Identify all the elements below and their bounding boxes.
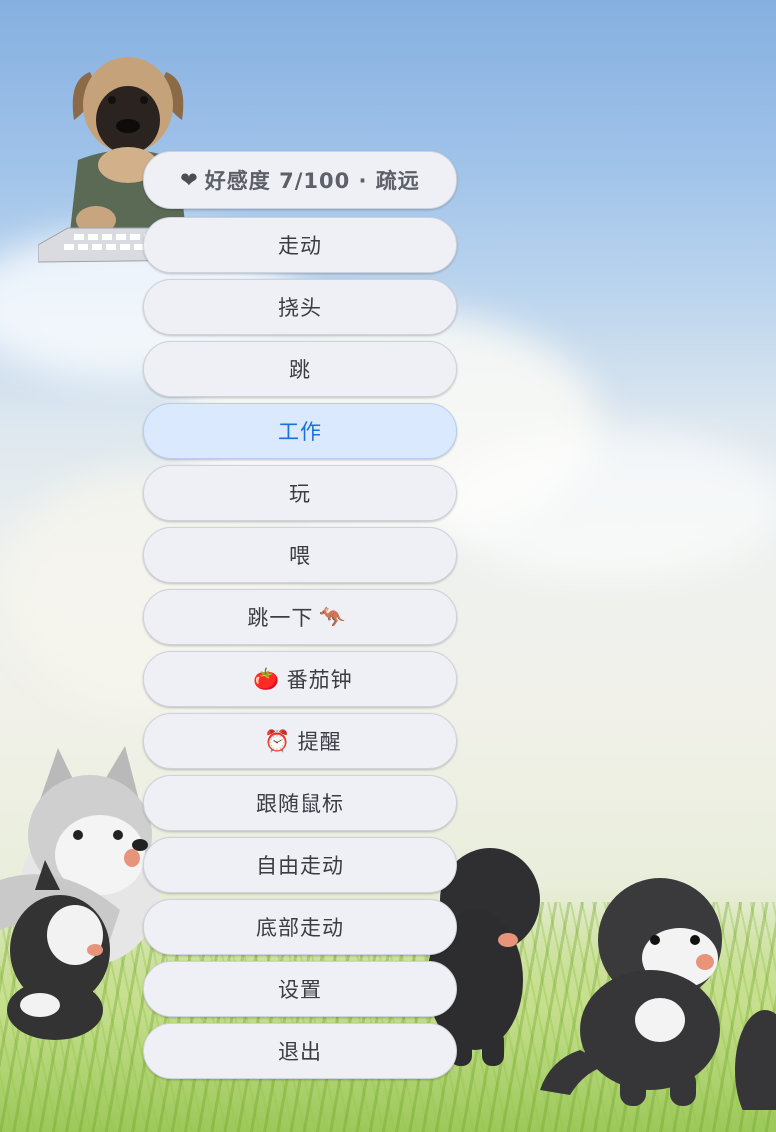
menu-item-jump[interactable]: 跳 xyxy=(143,341,457,397)
menu-item-reminder[interactable]: ⏰ 提醒 xyxy=(143,713,457,769)
desktop-wallpaper: ❤ 好感度 7/100 · 疏远 走动 挠头 跳 工作 玩 喂 跳一下 🦘 🍅 … xyxy=(0,0,776,1132)
menu-item-label: 喂 xyxy=(289,544,311,568)
menu-item-walk[interactable]: 走动 xyxy=(143,217,457,273)
kangaroo-icon: 🦘 xyxy=(319,604,347,629)
menu-item-label: 跳 xyxy=(289,358,311,382)
menu-item-scratch-head[interactable]: 挠头 xyxy=(143,279,457,335)
menu-item-label: 跟随鼠标 xyxy=(256,792,344,816)
menu-item-label: 退出 xyxy=(278,1040,322,1064)
menu-item-feed[interactable]: 喂 xyxy=(143,527,457,583)
menu-item-label: 提醒 xyxy=(297,730,342,754)
menu-item-label: 玩 xyxy=(289,482,311,506)
menu-item-label: 设置 xyxy=(278,978,322,1002)
menu-item-quit[interactable]: 退出 xyxy=(143,1023,457,1079)
menu-item-label: 工作 xyxy=(278,420,322,444)
affection-status-button[interactable]: ❤ 好感度 7/100 · 疏远 xyxy=(143,151,457,209)
menu-item-label: 挠头 xyxy=(278,296,322,320)
menu-item-label: 底部走动 xyxy=(256,916,344,940)
pet-context-menu: ❤ 好感度 7/100 · 疏远 走动 挠头 跳 工作 玩 喂 跳一下 🦘 🍅 … xyxy=(143,151,457,1085)
alarm-clock-icon: ⏰ xyxy=(264,728,292,753)
menu-item-label: 番茄钟 xyxy=(286,668,353,692)
menu-item-label: 跳一下 xyxy=(247,606,314,630)
heart-icon: ❤ xyxy=(180,168,199,192)
cloud xyxy=(430,430,776,580)
affection-status-label: 好感度 7/100 · 疏远 xyxy=(204,169,420,193)
menu-item-bottom-walk[interactable]: 底部走动 xyxy=(143,899,457,955)
menu-item-work[interactable]: 工作 xyxy=(143,403,457,459)
tomato-icon: 🍅 xyxy=(253,666,281,691)
menu-item-free-roam[interactable]: 自由走动 xyxy=(143,837,457,893)
menu-item-settings[interactable]: 设置 xyxy=(143,961,457,1017)
menu-item-pomodoro[interactable]: 🍅 番茄钟 xyxy=(143,651,457,707)
menu-item-hop[interactable]: 跳一下 🦘 xyxy=(143,589,457,645)
wallpaper-schnauzer-puppy xyxy=(540,878,776,1110)
menu-item-play[interactable]: 玩 xyxy=(143,465,457,521)
menu-item-label: 自由走动 xyxy=(256,854,344,878)
menu-item-follow-mouse[interactable]: 跟随鼠标 xyxy=(143,775,457,831)
menu-item-label: 走动 xyxy=(278,234,322,258)
